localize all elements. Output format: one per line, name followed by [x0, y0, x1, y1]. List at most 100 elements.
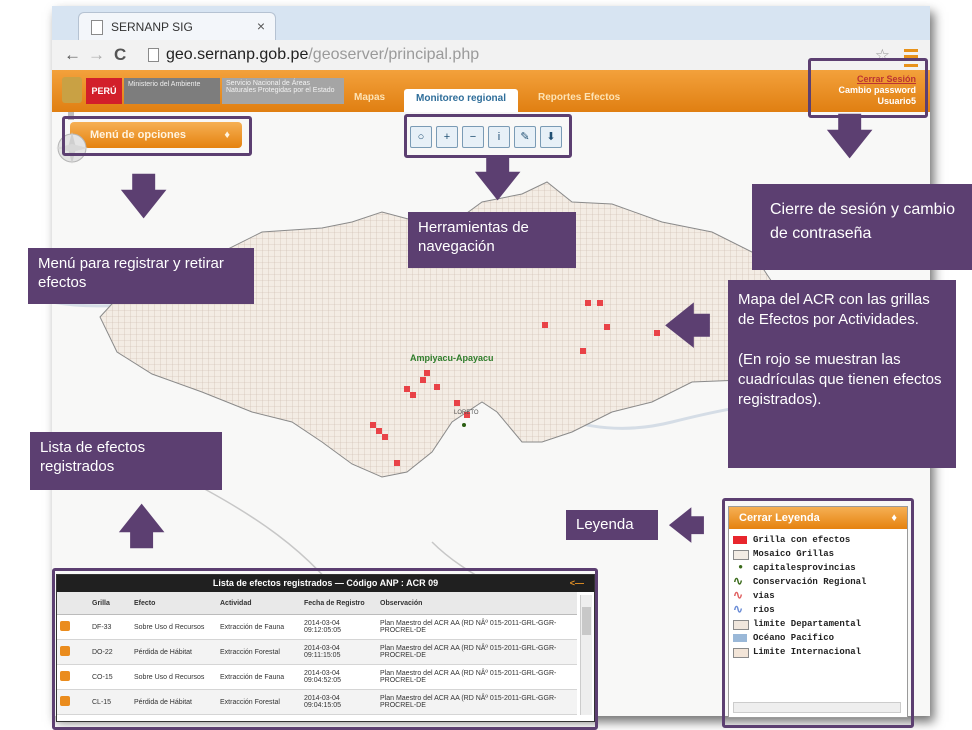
column-header: [57, 592, 89, 615]
effects-list-title: Lista de efectos registrados — Código AN…: [212, 578, 439, 588]
cell-efecto: Sobre Uso d Recursos: [131, 664, 217, 690]
callout-map-text: Mapa del ACR con las grillas de Efectos …: [738, 291, 930, 328]
legend-label: limite Departamental: [753, 619, 862, 629]
legend-item: ∿ vias: [729, 589, 907, 603]
line-icon: ∿: [733, 603, 744, 617]
line-icon: ∿: [733, 589, 744, 603]
cell-observacion: Plan Maestro del ACR AA (RD NÂº 015-2011…: [377, 639, 577, 665]
legend-label: Conservación Regional: [753, 577, 867, 587]
cell-observacion: Plan Maestro del ACR AA (RD NÂº 015-2011…: [377, 689, 577, 715]
url-text: geo.sernanp.gob.pe/geoserver/principal.p…: [166, 46, 479, 64]
address-bar[interactable]: geo.sernanp.gob.pe/geoserver/principal.p…: [148, 44, 768, 66]
callout-tools: Herramientas de navegación: [408, 212, 576, 268]
column-header: Actividad: [217, 592, 301, 615]
tab-monitoreo-regional[interactable]: Monitoreo regional: [404, 89, 518, 112]
legend-item: • capitalesprovincias: [729, 561, 907, 575]
table-row[interactable]: CL-15 Pérdida de Hábitat Extracción Fore…: [57, 689, 577, 715]
cell-actividad: Extracción Forestal: [217, 689, 301, 715]
page-icon: [148, 48, 159, 62]
legend-scrollbar[interactable]: [733, 702, 901, 713]
legend-label: Mosaico Grillas: [753, 549, 835, 559]
select-row-icon[interactable]: [60, 646, 70, 656]
effects-scrollbar[interactable]: [580, 595, 592, 715]
legend-swatch: [733, 634, 747, 642]
acr-label: Ampiyacu-Apayacu: [410, 353, 494, 363]
select-row-icon[interactable]: [60, 696, 70, 706]
arrow-left-icon: 🡄: [668, 505, 706, 546]
capital-point: [462, 423, 466, 427]
cell-grilla: DO-22: [89, 639, 131, 665]
city-label: LORETO: [454, 410, 479, 416]
legend-label: Océano Pacifico: [753, 633, 835, 643]
back-arrow-icon[interactable]: <—: [570, 575, 584, 592]
column-header: Fecha de Registro: [301, 592, 377, 615]
table-header-row: Grilla Efecto Actividad Fecha de Registr…: [57, 592, 577, 615]
cell-fecha: 2014-03-04 09:04:52:05: [301, 664, 377, 690]
legend-item: Limite Internacional: [729, 645, 907, 659]
column-header: Grilla: [89, 592, 131, 615]
legend-item: Océano Pacifico: [729, 631, 907, 645]
tab-strip: SERNANP SIG ×: [52, 6, 930, 41]
table-row[interactable]: DF-33 Sobre Uso d Recursos Extracción de…: [57, 614, 577, 640]
cell-actividad: Extracción Forestal: [217, 639, 301, 665]
cell-observacion: Plan Maestro del ACR AA (RD NÂº 015-2011…: [377, 664, 577, 690]
tab-reportes-efectos[interactable]: Reportes Efectos: [538, 92, 620, 103]
back-arrow-icon[interactable]: ←: [64, 45, 81, 65]
coat-of-arms-icon: [62, 77, 82, 103]
legend-item: ∿ Conservación Regional: [729, 575, 907, 589]
legend-title: Cerrar Leyenda: [739, 512, 820, 524]
arrow-down-icon: 🡇: [826, 110, 874, 162]
arrow-up-icon: 🡅: [118, 500, 166, 552]
forward-arrow-icon[interactable]: →: [88, 45, 105, 65]
column-header: Efecto: [131, 592, 217, 615]
effects-table: Grilla Efecto Actividad Fecha de Registr…: [57, 592, 577, 715]
legend-label: capitalesprovincias: [753, 563, 856, 573]
table-row[interactable]: CO-15 Sobre Uso d Recursos Extracción de…: [57, 664, 577, 690]
cell-fecha: 2014-03-04 09:04:15:05: [301, 689, 377, 715]
legend-swatch: [733, 648, 749, 658]
reload-icon[interactable]: C: [114, 45, 126, 65]
tab-close-icon[interactable]: ×: [257, 18, 265, 34]
legend-label: Limite Internacional: [753, 647, 862, 657]
cell-observacion: Plan Maestro del ACR AA (RD NÂº 015-2011…: [377, 614, 577, 640]
legend-item: Grilla con efectos: [729, 533, 907, 547]
point-icon: •: [737, 561, 745, 575]
callout-map: Mapa del ACR con las grillas de Efectos …: [728, 280, 956, 468]
ministry-logo: Ministerio del Ambiente: [124, 78, 220, 104]
cell-actividad: Extracción de Fauna: [217, 614, 301, 640]
select-row-icon[interactable]: [60, 671, 70, 681]
tab-mapas[interactable]: Mapas: [354, 92, 385, 103]
legend-label: Grilla con efectos: [753, 535, 851, 545]
callout-map-note: (En rojo se muestran las cuadrículas que…: [738, 351, 942, 408]
line-icon: ∿: [733, 575, 744, 589]
cell-grilla: DF-33: [89, 614, 131, 640]
effects-list-panel: Lista de efectos registrados — Código AN…: [56, 574, 595, 722]
scrollbar-thumb[interactable]: [582, 607, 591, 635]
url-path: /geoserver/principal.php: [308, 46, 480, 63]
cell-efecto: Sobre Uso d Recursos: [131, 614, 217, 640]
callout-session: Cierre de sesión y cambio de contraseña: [752, 184, 972, 270]
callout-legend: Leyenda: [566, 510, 658, 540]
peru-logo: PERÚ: [86, 78, 122, 104]
app-header: PERÚ Ministerio del Ambiente Servicio Na…: [52, 70, 930, 112]
cell-grilla: CL-15: [89, 689, 131, 715]
close-legend-button[interactable]: Cerrar Leyenda ♦: [729, 507, 907, 529]
legend-label: vias: [753, 591, 775, 601]
highlight-session: [808, 58, 928, 118]
table-row[interactable]: DO-22 Pérdida de Hábitat Extracción Fore…: [57, 639, 577, 665]
pin-icon: ♦: [891, 512, 897, 524]
sernanp-logo: Servicio Nacional de Áreas Naturales Pro…: [222, 78, 344, 104]
legend-label: rios: [753, 605, 775, 615]
legend-swatch: [733, 550, 749, 560]
cell-efecto: Pérdida de Hábitat: [131, 639, 217, 665]
column-header: Observación: [377, 592, 577, 615]
page-icon: [91, 20, 103, 35]
callout-list: Lista de efectos registrados: [30, 432, 222, 490]
cell-actividad: Extracción de Fauna: [217, 664, 301, 690]
legend-swatch: [733, 620, 749, 630]
select-row-icon[interactable]: [60, 621, 70, 631]
browser-tab[interactable]: SERNANP SIG ×: [78, 12, 276, 41]
legend-item: ∿ rios: [729, 603, 907, 617]
arrow-left-icon: 🡄: [664, 300, 712, 352]
arrow-down-icon: 🡇: [120, 170, 168, 222]
